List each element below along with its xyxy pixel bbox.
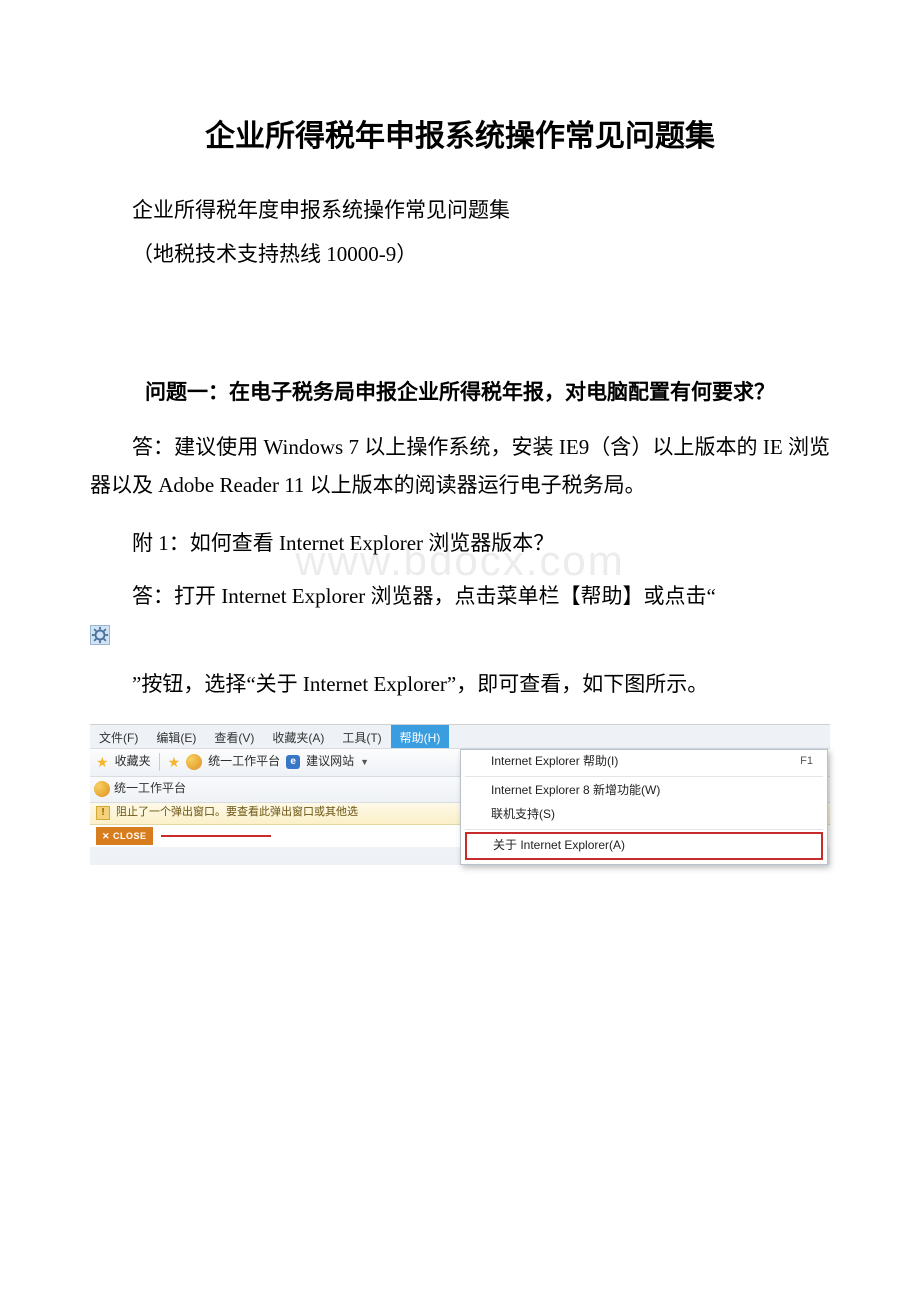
toolbar-site-2[interactable]: 建议网站 bbox=[306, 751, 354, 773]
help-menu-item-help[interactable]: Internet Explorer 帮助(I) F1 bbox=[461, 750, 827, 774]
toolbar-separator bbox=[159, 753, 160, 771]
appendix-1-label: 附 1：如何查看 Internet Explorer 浏览器版本？ bbox=[90, 525, 830, 563]
ie-logo-icon: e bbox=[286, 755, 300, 769]
help-menu-item-support-label: 联机支持(S) bbox=[491, 804, 555, 826]
help-menu-item-whatsnew[interactable]: Internet Explorer 8 新增功能(W) bbox=[461, 779, 827, 803]
menu-file[interactable]: 文件(F) bbox=[90, 725, 147, 748]
help-menu-item-support[interactable]: 联机支持(S) bbox=[461, 803, 827, 827]
help-menu-item-help-label: Internet Explorer 帮助(I) bbox=[491, 751, 618, 773]
gear-icon bbox=[90, 625, 110, 645]
favorites-star-icon-2: ★ bbox=[168, 750, 181, 775]
popup-blocker-text: 阻止了一个弹出窗口。要查看此弹出窗口或其他选 bbox=[116, 803, 358, 823]
favorites-label[interactable]: 收藏夹 bbox=[115, 751, 151, 773]
close-button[interactable]: ✕ CLOSE bbox=[96, 827, 153, 845]
question-1-heading: 问题一：在电子税务局申报企业所得税年报，对电脑配置有何要求？ bbox=[90, 374, 830, 412]
document-subtitle: 企业所得税年度申报系统操作常见问题集 bbox=[90, 192, 830, 230]
toolbar-site-1[interactable]: 统一工作平台 bbox=[208, 751, 280, 773]
appendix-1-answer-pre: 答：打开 Internet Explorer 浏览器，点击菜单栏【帮助】或点击“ bbox=[90, 578, 830, 616]
close-x-icon: ✕ bbox=[102, 828, 110, 844]
help-menu-item-about-highlight: 关于 Internet Explorer(A) bbox=[465, 832, 823, 860]
ie-screenshot: 文件(F) 编辑(E) 查看(V) 收藏夹(A) 工具(T) 帮助(H) ★ 收… bbox=[90, 724, 830, 865]
globe-icon bbox=[186, 754, 202, 770]
close-label: CLOSE bbox=[113, 828, 147, 844]
menu-help[interactable]: 帮助(H) bbox=[391, 725, 450, 748]
favorites-star-icon[interactable]: ★ bbox=[96, 750, 109, 775]
menu-edit[interactable]: 编辑(E) bbox=[147, 725, 205, 748]
tab-title[interactable]: 统一工作平台 bbox=[114, 778, 186, 800]
help-menu-item-about[interactable]: 关于 Internet Explorer(A) bbox=[467, 834, 821, 858]
menu-favorites[interactable]: 收藏夹(A) bbox=[263, 725, 333, 748]
help-menu-item-about-label: 关于 Internet Explorer(A) bbox=[493, 835, 625, 857]
red-underline bbox=[161, 835, 271, 837]
chevron-down-icon[interactable]: ▼ bbox=[360, 754, 369, 770]
help-dropdown-menu: Internet Explorer 帮助(I) F1 Internet Expl… bbox=[460, 749, 828, 865]
answer-1-text: 答：建议使用 Windows 7 以上操作系统，安装 IE9（含）以上版本的 I… bbox=[90, 429, 830, 505]
menu-separator-2 bbox=[465, 829, 823, 830]
info-icon: ! bbox=[96, 806, 110, 820]
document-title: 企业所得税年申报系统操作常见问题集 bbox=[90, 110, 830, 164]
hotline-text: （地税技术支持热线 10000-9） bbox=[90, 236, 830, 274]
menu-separator bbox=[465, 776, 823, 777]
ie-menubar: 文件(F) 编辑(E) 查看(V) 收藏夹(A) 工具(T) 帮助(H) bbox=[90, 725, 830, 749]
help-menu-item-whatsnew-label: Internet Explorer 8 新增功能(W) bbox=[491, 780, 660, 802]
appendix-1-answer-post: ”按钮，选择“关于 Internet Explorer”，即可查看，如下图所示。 bbox=[90, 666, 830, 704]
menu-tools[interactable]: 工具(T) bbox=[333, 725, 390, 748]
tab-favicon-icon bbox=[94, 781, 110, 797]
help-menu-item-help-shortcut: F1 bbox=[800, 752, 813, 772]
menu-view[interactable]: 查看(V) bbox=[205, 725, 263, 748]
gear-icon-wrapper bbox=[90, 620, 830, 658]
